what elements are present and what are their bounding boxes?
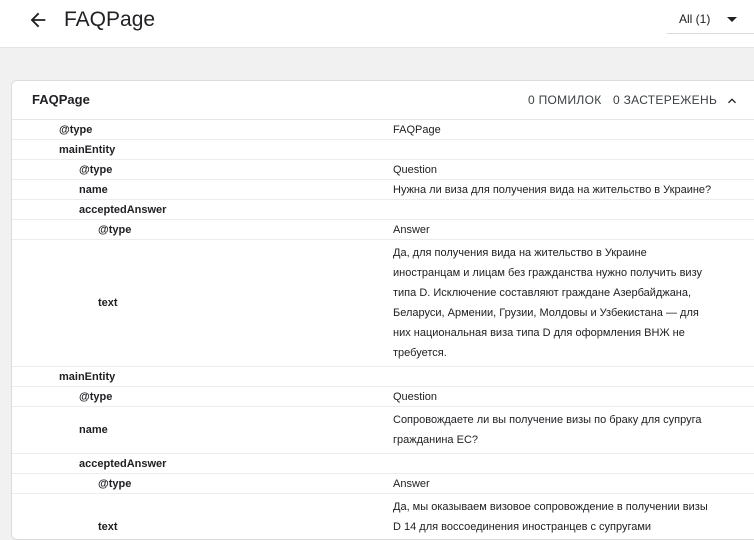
property-value: Answer xyxy=(393,224,430,236)
dropdown-arrow-icon xyxy=(727,17,737,22)
property-key: acceptedAnswer xyxy=(79,203,167,216)
property-key: name xyxy=(79,424,108,436)
property-value xyxy=(382,454,712,473)
back-arrow-icon[interactable] xyxy=(27,9,49,31)
property-key: mainEntity xyxy=(59,143,116,156)
table-row: text Да, для получения вида на жительств… xyxy=(12,240,754,367)
card-header[interactable]: FAQPage 0 ПОМИЛОК 0 ЗАСТЕРЕЖЕНЬ xyxy=(12,81,754,120)
property-key: acceptedAnswer xyxy=(79,457,167,470)
filter-dropdown[interactable]: All (1) xyxy=(667,4,754,34)
table-row: @type Question xyxy=(12,160,754,180)
property-key: name xyxy=(79,183,108,196)
property-value xyxy=(382,200,712,219)
filter-label: All (1) xyxy=(679,12,711,26)
table-row: @type Question xyxy=(12,387,754,407)
property-value: FAQPage xyxy=(393,124,441,136)
property-value xyxy=(382,367,712,386)
property-value: Question xyxy=(393,164,438,176)
table-row: @type FAQPage xyxy=(12,120,754,140)
table-row: acceptedAnswer xyxy=(12,200,754,220)
top-bar: FAQPage All (1) xyxy=(0,0,754,48)
warnings-count: 0 ЗАСТЕРЕЖЕНЬ xyxy=(613,93,718,107)
property-value: Answer xyxy=(393,478,430,490)
property-key: @type xyxy=(98,223,132,236)
table-row: name Сопровождаете ли вы получение визы … xyxy=(12,407,754,454)
page-title: FAQPage xyxy=(64,8,156,31)
card-title: FAQPage xyxy=(32,92,90,107)
table-row: mainEntity xyxy=(12,367,754,387)
table-row: name Нужна ли виза для получения вида на… xyxy=(12,180,754,200)
property-key: @type xyxy=(79,390,113,403)
property-key: text xyxy=(98,521,118,533)
property-key: text xyxy=(98,297,118,309)
structured-data-card: FAQPage 0 ПОМИЛОК 0 ЗАСТЕРЕЖЕНЬ @type FA… xyxy=(11,80,754,540)
property-value: Нужна ли виза для получения вида на жите… xyxy=(393,184,712,196)
property-value: Да, для получения вида на жительство в У… xyxy=(393,247,702,359)
property-key: @type xyxy=(98,477,132,490)
table-row: @type Answer xyxy=(12,220,754,240)
table-row: mainEntity xyxy=(12,140,754,160)
property-key: mainEntity xyxy=(59,370,116,383)
property-value: Question xyxy=(393,391,438,403)
table-row: acceptedAnswer xyxy=(12,454,754,474)
errors-count: 0 ПОМИЛОК xyxy=(528,93,602,107)
property-value: Сопровождаете ли вы получение визы по бр… xyxy=(393,414,702,446)
property-key: @type xyxy=(59,123,93,136)
table-row: text Да, мы оказываем визовое сопровожде… xyxy=(12,494,754,539)
property-value xyxy=(382,140,712,159)
property-value: Да, мы оказываем визовое сопровождение в… xyxy=(393,501,708,533)
property-key: @type xyxy=(79,163,113,176)
table-row: @type Answer xyxy=(12,474,754,494)
chevron-up-icon[interactable] xyxy=(724,93,740,109)
